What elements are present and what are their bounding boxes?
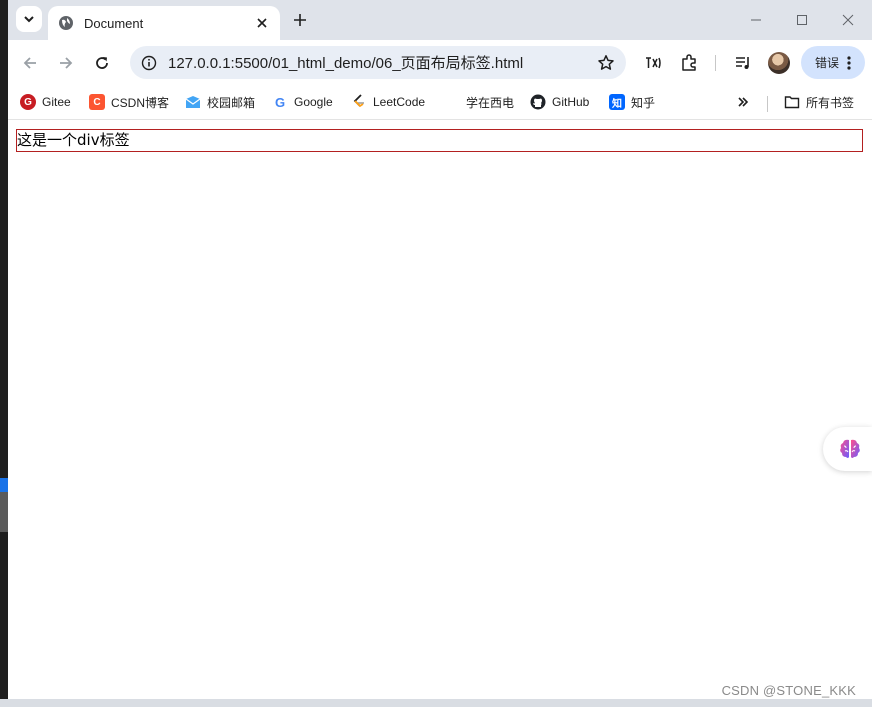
- screen: Document 127.0.0.1:5500/01_html_demo/06_…: [0, 0, 872, 707]
- bookmarks-bar: G Gitee C CSDN博客 校园邮箱 G Google LeetCode …: [8, 86, 872, 120]
- background-window-edge: [0, 0, 8, 707]
- profile-avatar[interactable]: [768, 52, 790, 74]
- bookmark-label: 知乎: [631, 95, 656, 110]
- close-window-button[interactable]: [838, 10, 858, 30]
- minimize-button[interactable]: [746, 10, 766, 30]
- arrow-left-icon: [23, 57, 36, 69]
- bookmark-csdn[interactable]: C CSDN博客: [89, 92, 169, 112]
- taskbar-strip: [0, 699, 872, 707]
- maximize-icon: [797, 15, 807, 25]
- bookmark-campus-mail[interactable]: 校园邮箱: [185, 92, 255, 112]
- forward-button[interactable]: [55, 52, 77, 74]
- bookmark-label: GitHub: [552, 95, 590, 109]
- bookmark-gitee[interactable]: G Gitee: [20, 92, 71, 112]
- maximize-button[interactable]: [792, 10, 812, 30]
- bookmarks-divider: [767, 96, 768, 112]
- bookmark-google[interactable]: G Google: [272, 92, 333, 112]
- site-info-icon[interactable]: [140, 54, 158, 72]
- tab-search-button[interactable]: [16, 6, 42, 32]
- new-tab-button[interactable]: [290, 10, 310, 30]
- more-menu-icon: [847, 55, 851, 70]
- reload-icon: [96, 57, 108, 69]
- bookmark-label: Google: [294, 95, 333, 109]
- bookmark-label: CSDN博客: [111, 95, 170, 110]
- globe-icon: [58, 15, 74, 31]
- leetcode-icon: [351, 94, 367, 110]
- bookmark-label: 校园邮箱: [207, 95, 256, 110]
- demo-div: 这是一个div标签: [16, 129, 863, 152]
- chevron-down-icon: [24, 16, 34, 23]
- gitee-icon: G: [20, 94, 36, 110]
- browser-window: Document 127.0.0.1:5500/01_html_demo/06_…: [8, 0, 872, 699]
- profile-error-button[interactable]: 错误: [801, 46, 865, 79]
- double-chevron-right-icon: [738, 97, 749, 107]
- tab-document[interactable]: Document: [48, 6, 280, 40]
- bookmark-github[interactable]: GitHub: [530, 92, 589, 112]
- bookmark-zhihu[interactable]: 知 知乎: [609, 92, 655, 112]
- bookmark-star-icon[interactable]: [596, 53, 616, 73]
- github-icon: [530, 94, 546, 110]
- bookmarks-overflow-button[interactable]: [737, 92, 749, 112]
- arrow-right-icon: [60, 57, 73, 69]
- bookmark-xdu[interactable]: 学在西电: [466, 92, 514, 112]
- brain-icon: [839, 439, 860, 458]
- back-button[interactable]: [19, 52, 41, 74]
- folder-icon: [784, 94, 800, 110]
- url-text[interactable]: 127.0.0.1:5500/01_html_demo/06_页面布局标签.ht…: [168, 52, 596, 73]
- all-bookmarks-label: 所有书签: [806, 95, 855, 110]
- reload-button[interactable]: [91, 52, 113, 74]
- google-icon: G: [274, 94, 286, 110]
- bookmark-label: 学在西电: [466, 95, 515, 110]
- tab-title: Document: [84, 15, 144, 31]
- close-icon: [842, 14, 854, 26]
- zhihu-icon: 知: [609, 94, 625, 110]
- minimize-icon: [751, 19, 761, 21]
- background-window-accent: [0, 478, 8, 492]
- extensions-icon[interactable]: [678, 52, 700, 74]
- bookmark-label: LeetCode: [373, 95, 426, 109]
- profile-button-label: 错误: [814, 56, 839, 70]
- tab-strip: Document: [8, 0, 872, 40]
- toolbar: 127.0.0.1:5500/01_html_demo/06_页面布局标签.ht…: [8, 40, 872, 86]
- bookmark-leetcode[interactable]: LeetCode: [351, 92, 425, 112]
- bookmark-label: Gitee: [42, 95, 71, 109]
- reading-list-icon[interactable]: [732, 52, 754, 74]
- close-tab-icon[interactable]: [254, 15, 270, 31]
- mail-icon: [185, 94, 201, 110]
- toolbar-divider: [715, 55, 716, 71]
- translate-icon[interactable]: [642, 52, 664, 74]
- watermark: CSDN @STONE_KKK: [721, 683, 856, 698]
- csdn-icon: C: [89, 94, 105, 110]
- background-window-panel: [0, 492, 8, 532]
- ai-assistant-button[interactable]: [823, 427, 872, 471]
- all-bookmarks-button[interactable]: 所有书签: [784, 92, 854, 112]
- plus-icon: [294, 14, 306, 26]
- address-bar[interactable]: 127.0.0.1:5500/01_html_demo/06_页面布局标签.ht…: [130, 46, 626, 79]
- page-viewport: 这是一个div标签: [8, 121, 872, 699]
